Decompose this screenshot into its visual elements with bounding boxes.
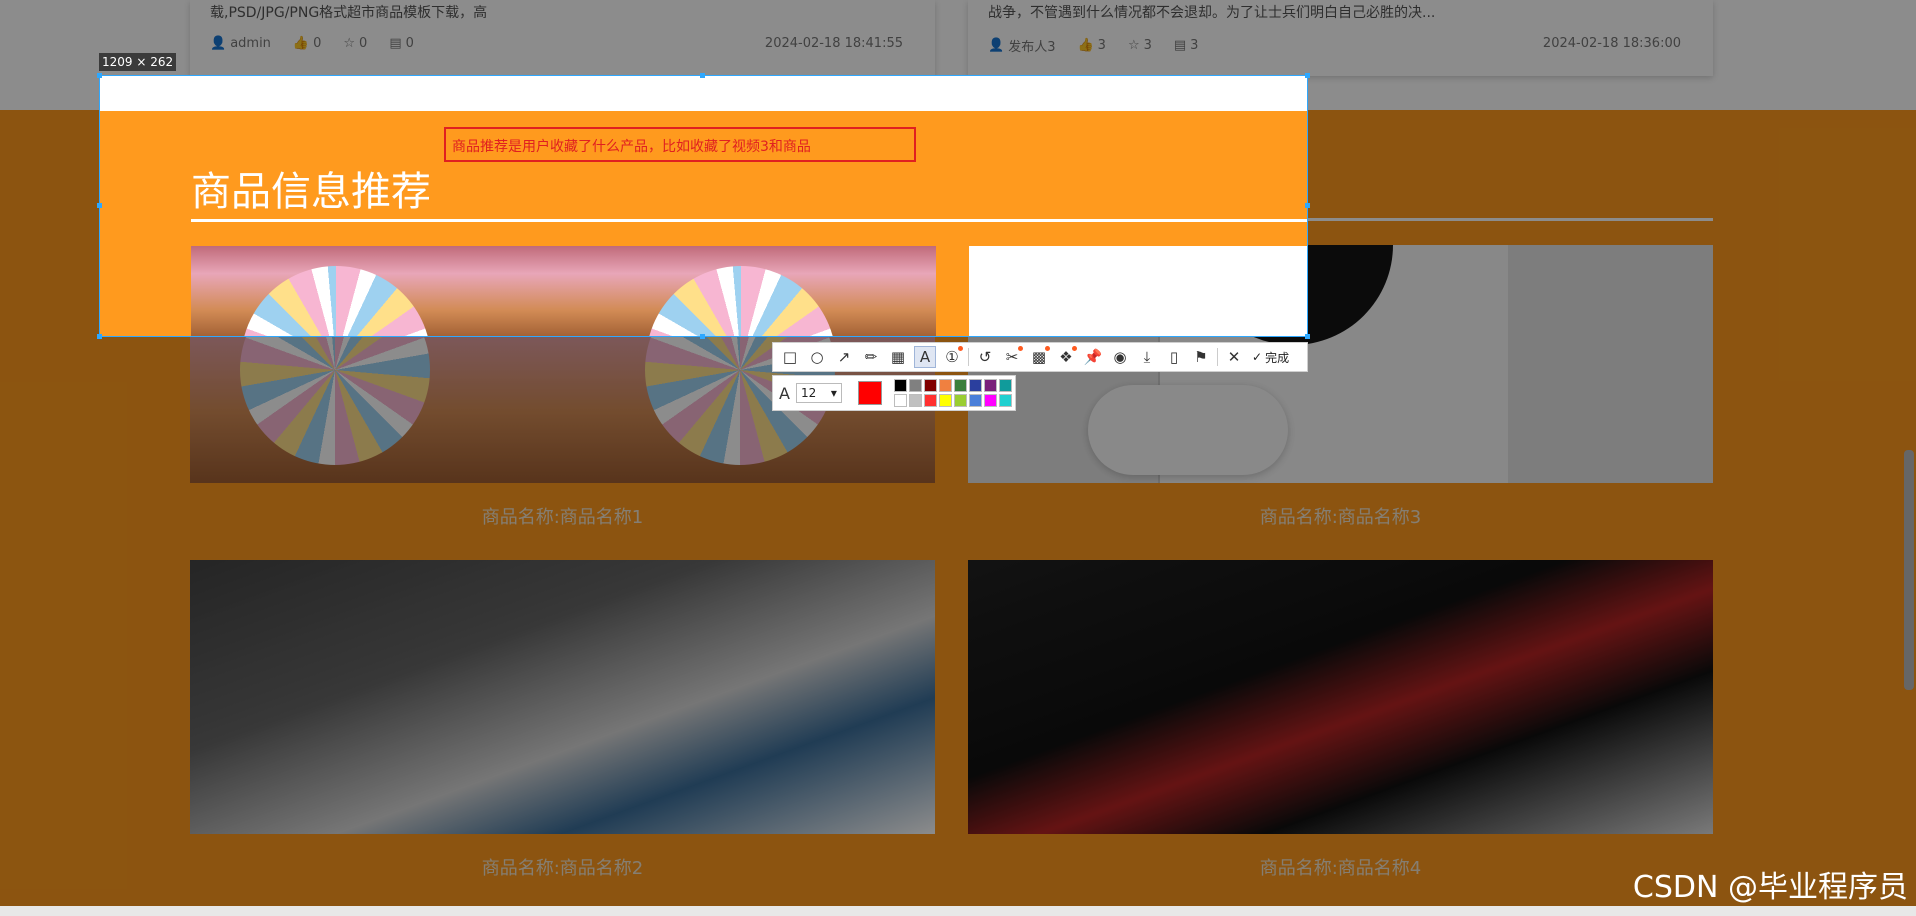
color-swatch[interactable]	[923, 394, 937, 407]
color-swatch[interactable]	[998, 379, 1012, 392]
news-card-2[interactable]: 战争，不管遇到什么情况都不会退却。为了让士兵们明白自己必胜的决... 👤 发布人3…	[968, 0, 1713, 76]
font-icon: A	[779, 383, 790, 403]
close-icon[interactable]: ✕	[1223, 346, 1245, 368]
product-caption[interactable]: 商品名称:商品名称3	[968, 503, 1713, 529]
pencil-tool-icon[interactable]: ✏	[860, 346, 882, 368]
selection-section-title: 商品信息推荐	[191, 169, 431, 215]
text-properties-bar: A 12 ▾	[772, 375, 1016, 411]
comment-count: 0	[405, 36, 414, 51]
resize-handle-w[interactable]	[97, 203, 102, 208]
news-meta: 👤 admin 👍 0 ☆ 0 ▤ 0	[210, 36, 414, 51]
author-icon: 👤 发布人3	[988, 38, 1056, 55]
toolbar-separator	[968, 348, 969, 366]
record-icon[interactable]: ◉	[1109, 346, 1131, 368]
star-icon[interactable]: ☆ 3	[1128, 38, 1152, 53]
download-icon[interactable]: ⤓	[1136, 346, 1158, 368]
done-label: 完成	[1265, 350, 1290, 365]
resize-handle-nw[interactable]	[97, 73, 102, 78]
author-name: 发布人3	[1008, 40, 1056, 55]
comment-icon[interactable]: ▤ 0	[389, 36, 414, 51]
toolbar-separator	[1217, 348, 1218, 366]
star-count: 0	[359, 36, 368, 51]
selection-console-image	[969, 246, 1307, 336]
capture-selection[interactable]: 商品信息推荐	[99, 75, 1308, 337]
vertical-scrollbar[interactable]	[1904, 450, 1914, 690]
news-meta: 👤 发布人3 👍 3 ☆ 3 ▤ 3	[988, 36, 1198, 55]
color-swatch[interactable]	[893, 394, 907, 407]
selection-divider	[191, 219, 1307, 222]
undo-icon[interactable]: ↺	[974, 346, 996, 368]
csdn-watermark: CSDN @毕业程序员	[1632, 870, 1908, 905]
done-button[interactable]: ✓ 完成	[1252, 349, 1289, 366]
pin-icon[interactable]: 📌	[1082, 346, 1104, 368]
selection-candy-image	[191, 246, 936, 336]
snip-toolbar: □ ○ ↗ ✏ ▦ A ① ↺ ✂ ▩ ❖ 📌 ◉ ⤓ ▯ ⚑ ✕ ✓ 完成	[772, 342, 1308, 372]
color-swatch[interactable]	[998, 394, 1012, 407]
like-count: 3	[1097, 38, 1106, 53]
product-card-4[interactable]: 商品名称:商品名称4	[968, 560, 1713, 880]
color-swatch[interactable]	[908, 394, 922, 407]
color-swatch[interactable]	[908, 379, 922, 392]
product-image-sneaker-red[interactable]	[968, 560, 1713, 834]
star-count: 3	[1143, 38, 1152, 53]
resize-handle-e[interactable]	[1305, 203, 1310, 208]
news-time: 2024-02-18 18:41:55	[764, 36, 903, 51]
scissors-icon[interactable]: ✂	[1001, 346, 1023, 368]
color-swatch[interactable]	[968, 379, 982, 392]
product-image-sneaker-blue[interactable]	[190, 560, 935, 834]
bookmark-icon[interactable]: ⚑	[1190, 346, 1212, 368]
selection-size-label: 1209 × 262	[99, 53, 177, 71]
font-size-select[interactable]: 12 ▾	[795, 383, 842, 403]
color-swatch[interactable]	[938, 379, 952, 392]
arrow-tool-icon[interactable]: ↗	[833, 346, 855, 368]
product-caption[interactable]: 商品名称:商品名称1	[190, 503, 935, 529]
product-caption[interactable]: 商品名称:商品名称2	[190, 854, 935, 880]
resize-handle-s[interactable]	[700, 334, 705, 339]
news-desc: 载,PSD/JPG/PNG格式超市商品模板下载，高	[210, 5, 488, 21]
rectangle-tool-icon[interactable]: □	[779, 346, 801, 368]
star-icon[interactable]: ☆ 0	[343, 36, 367, 51]
color-swatch[interactable]	[953, 394, 967, 407]
resize-handle-ne[interactable]	[1305, 73, 1310, 78]
color-swatch[interactable]	[938, 394, 952, 407]
current-color-swatch[interactable]	[857, 381, 882, 405]
color-palette	[893, 379, 1012, 407]
color-swatch[interactable]	[983, 379, 997, 392]
resize-handle-n[interactable]	[700, 73, 705, 78]
like-count: 0	[313, 36, 322, 51]
author-name: admin	[230, 36, 271, 51]
translate-icon[interactable]: ❖	[1055, 346, 1077, 368]
phone-icon[interactable]: ▯	[1163, 346, 1185, 368]
color-swatch[interactable]	[923, 379, 937, 392]
news-card-1[interactable]: 载,PSD/JPG/PNG格式超市商品模板下载，高 👤 admin 👍 0 ☆ 0 ▤…	[190, 0, 935, 76]
number-marker-icon[interactable]: ①	[941, 346, 963, 368]
ellipse-tool-icon[interactable]: ○	[806, 346, 828, 368]
check-icon: ✓	[1252, 350, 1263, 364]
color-swatch[interactable]	[968, 394, 982, 407]
color-swatch[interactable]	[953, 379, 967, 392]
font-size-value: 12	[800, 386, 817, 400]
color-swatch[interactable]	[893, 379, 907, 392]
resize-handle-se[interactable]	[1305, 334, 1310, 339]
like-icon[interactable]: 👍 3	[1077, 38, 1105, 53]
comment-count: 3	[1190, 38, 1199, 53]
horizontal-scrollbar[interactable]	[0, 906, 1916, 916]
chevron-down-icon: ▾	[830, 386, 837, 400]
news-desc: 战争，不管遇到什么情况都不会退却。为了让士兵们明白自己必胜的决...	[988, 5, 1436, 21]
ocr-icon[interactable]: ▩	[1028, 346, 1050, 368]
selection-white-strip	[100, 76, 1307, 111]
news-time: 2024-02-18 18:36:00	[1542, 36, 1681, 51]
product-caption[interactable]: 商品名称:商品名称4	[968, 854, 1713, 880]
author-icon: 👤 admin	[210, 36, 271, 51]
color-swatch[interactable]	[983, 394, 997, 407]
resize-handle-sw[interactable]	[97, 334, 102, 339]
text-tool-icon[interactable]: A	[914, 346, 936, 368]
product-card-2[interactable]: 商品名称:商品名称2	[190, 560, 935, 880]
comment-icon[interactable]: ▤ 3	[1174, 38, 1199, 53]
mosaic-tool-icon[interactable]: ▦	[887, 346, 909, 368]
like-icon[interactable]: 👍 0	[293, 36, 321, 51]
text-annotation-box[interactable]: 商品推荐是用户收藏了什么产品，比如收藏了视频3和商品	[444, 127, 916, 162]
